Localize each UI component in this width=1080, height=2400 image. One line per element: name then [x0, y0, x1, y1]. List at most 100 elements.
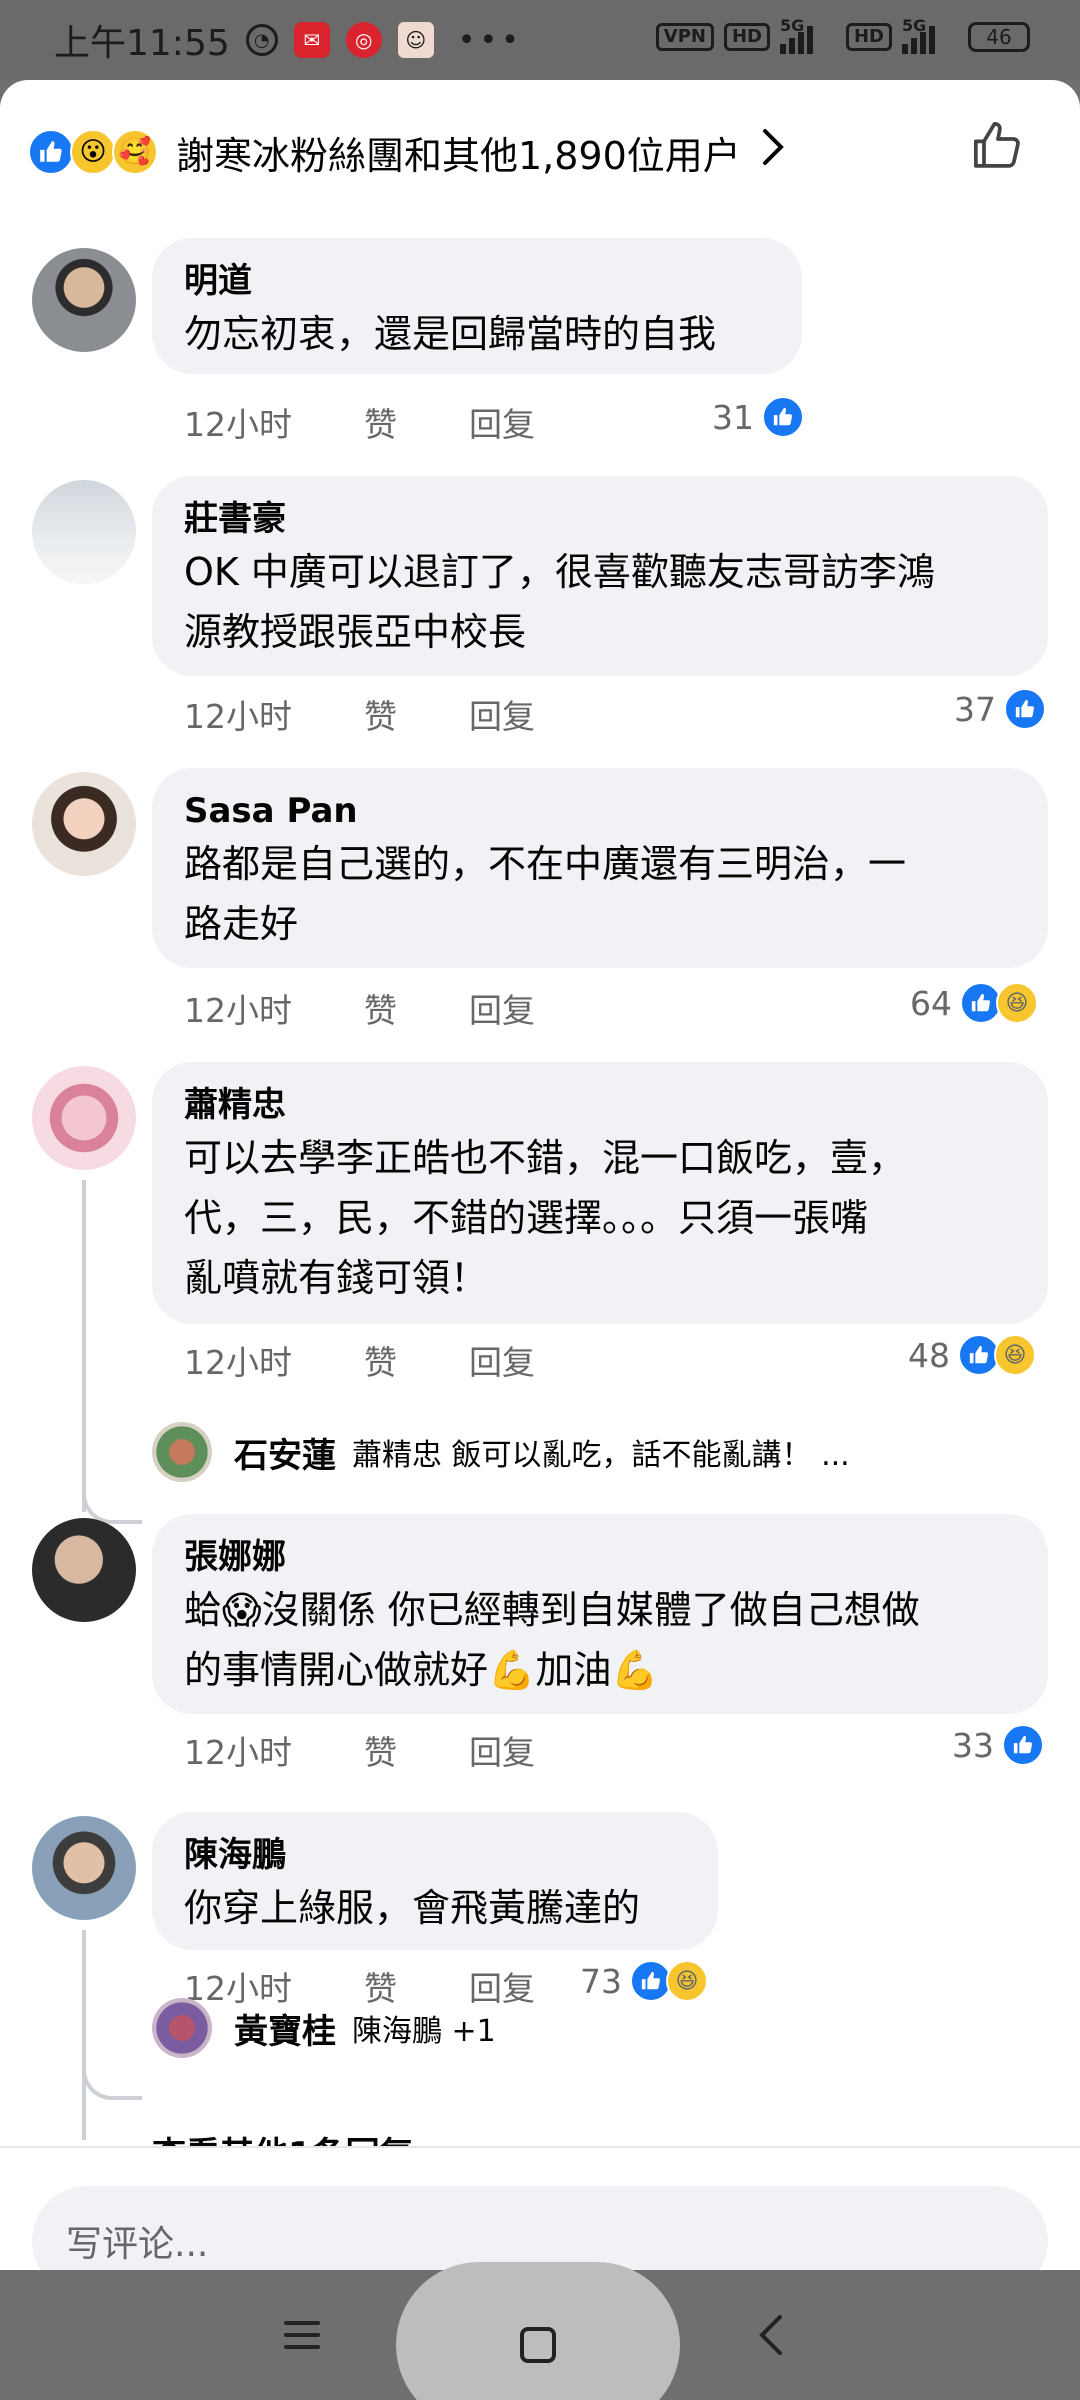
like-reaction-icon [28, 129, 74, 175]
like-reaction-icon [1002, 1724, 1044, 1766]
comment-time: 12小时 [184, 991, 292, 1030]
reaction-count-number: 33 [952, 1725, 994, 1765]
reactions-summary-text: 謝寒冰粉絲團和其他1,890位用户 [176, 133, 741, 178]
hd-icon: HD [723, 23, 770, 51]
thread-connector [82, 2060, 142, 2100]
comments-sheet: 😮 🥰 謝寒冰粉絲團和其他1,890位用户 明道 勿忘初衷，還是回歸當時的自我 … [0, 80, 1080, 2270]
like-comment-link[interactable]: 赞 [364, 690, 397, 738]
comment-author[interactable]: 張娜娜 [184, 1534, 1016, 1580]
comment-bubble: 明道 勿忘初衷，還是回歸當時的自我 [152, 238, 802, 374]
comment-time: 12小时 [184, 1343, 292, 1382]
vpn-icon: VPN [655, 23, 714, 51]
battery-icon: 46 [968, 22, 1030, 52]
haha-reaction-icon: 😆 [666, 1960, 708, 2002]
reply-comment-link[interactable]: 回复 [469, 398, 535, 446]
avatar[interactable] [32, 1816, 136, 1920]
app-notification-icon: ✉ [293, 22, 330, 58]
reaction-count[interactable]: 64 😆 [910, 982, 1038, 1024]
reaction-count[interactable]: 48 😆 [908, 1334, 1036, 1376]
comment-text: 的事情開心做就好💪加油💪 [184, 1648, 659, 1692]
back-chevron-icon [759, 2315, 782, 2355]
alarm-icon: ◔ [245, 24, 278, 56]
comment-text: 勿忘初衷，還是回歸當時的自我 [184, 312, 717, 356]
comment-bubble: 陳海鵬 你穿上綠服，會飛黃騰達的 [152, 1812, 718, 1950]
comment-text: 路走好 [184, 902, 299, 946]
system-nav-bar [0, 2262, 1080, 2400]
comment-author[interactable]: 明道 [184, 258, 770, 304]
like-comment-link[interactable]: 赞 [364, 984, 397, 1032]
reply-comment-link[interactable]: 回复 [469, 1336, 535, 1384]
reaction-count[interactable]: 37 [954, 688, 1046, 730]
comment-text: 路都是自己選的，不在中廣還有三明治，一 [184, 842, 907, 886]
recent-apps-button[interactable] [262, 2270, 342, 2400]
reactions-summary[interactable]: 😮 🥰 謝寒冰粉絲團和其他1,890位用户 [28, 116, 785, 188]
status-time: 上午11:55 [54, 23, 230, 64]
comment-input[interactable]: 写评论... [32, 2186, 1048, 2270]
avatar[interactable] [32, 1066, 136, 1170]
avatar[interactable] [32, 772, 136, 876]
comment-actions: 12小时 赞 回复 [184, 690, 607, 738]
haha-reaction-icon: 😆 [996, 982, 1038, 1024]
avatar[interactable] [152, 1998, 212, 2058]
comment-time: 12小时 [184, 405, 292, 444]
chevron-right-icon [761, 127, 785, 177]
reply-text: 蕭精忠 飯可以亂吃，話不能亂講！ ... [352, 1438, 850, 1473]
reaction-count-number: 31 [712, 397, 754, 437]
like-comment-link[interactable]: 赞 [364, 398, 397, 446]
comment-time: 12小时 [184, 697, 292, 736]
avatar[interactable] [152, 1422, 212, 1482]
reply-author[interactable]: 石安蓮 [234, 1428, 336, 1477]
comment-author[interactable]: 蕭精忠 [184, 1082, 1016, 1128]
comment-actions: 12小时 赞 回复 [184, 1726, 607, 1774]
comment-time: 12小时 [184, 1733, 292, 1772]
comment-actions: 12小时 赞 回复 [184, 1336, 607, 1384]
status-bar: 上午11:55 ◔ ✉ ◎ ☺ ••• VPN HD 5G HD 5G 46 [0, 0, 1080, 80]
wow-reaction-icon: 😮 [70, 129, 116, 175]
reply-text: 陳海鵬 +1 [352, 2014, 496, 2049]
reply-author[interactable]: 黃寶桂 [234, 2004, 336, 2053]
avatar[interactable] [32, 248, 136, 352]
comment-bubble: 張娜娜 蛤😱沒關係 你已經轉到自媒體了做自己想做 的事情開心做就好💪加油💪 [152, 1514, 1048, 1714]
reply-comment-link[interactable]: 回复 [469, 1726, 535, 1774]
comment-text: 蛤😱沒關係 你已經轉到自媒體了做自己想做 [184, 1588, 920, 1632]
comment-bubble: 蕭精忠 可以去學李正皓也不錯，混一口飯吃，壹， 代，三，民，不錯的選擇。。。只須… [152, 1062, 1048, 1324]
reply-preview[interactable]: 黃寶桂 陳海鵬 +1 [152, 1998, 496, 2058]
bank-app-icon: ◎ [345, 22, 382, 58]
more-notifications-icon: ••• [457, 22, 523, 58]
comment-text: 你穿上綠服，會飛黃騰達的 [184, 1886, 641, 1930]
like-comment-link[interactable]: 赞 [364, 1336, 397, 1384]
thumbs-up-icon [973, 121, 1020, 168]
comment-text: 代，三，民，不錯的選擇。。。只須一張嘴 [184, 1196, 869, 1240]
composer-area: 写评论... [0, 2146, 1080, 2270]
comment-text: 亂噴就有錢可領！ [184, 1256, 489, 1300]
like-post-button[interactable] [966, 114, 1030, 178]
back-button[interactable] [730, 2270, 810, 2400]
thread-line [82, 1930, 86, 2140]
comment-author[interactable]: Sasa Pan [184, 788, 1016, 834]
like-reaction-icon [762, 396, 804, 438]
reply-comment-link[interactable]: 回复 [469, 690, 535, 738]
signal-icon: 5G [902, 16, 958, 54]
like-comment-link[interactable]: 赞 [364, 1726, 397, 1774]
network-type-label: 5G [779, 16, 805, 35]
care-reaction-icon: 🥰 [112, 129, 158, 175]
reaction-count-number: 48 [908, 1335, 950, 1375]
comment-author[interactable]: 陳海鵬 [184, 1832, 686, 1878]
avatar[interactable] [32, 480, 136, 584]
profile-app-icon: ☺ [397, 22, 434, 58]
home-button[interactable] [396, 2262, 680, 2400]
reaction-count[interactable]: 33 [952, 1724, 1044, 1766]
reaction-count-number: 73 [580, 1961, 622, 2001]
comment-text: 源教授跟張亞中校長 [184, 610, 527, 654]
reply-comment-link[interactable]: 回复 [469, 984, 535, 1032]
reaction-count[interactable]: 73 😆 [580, 1960, 708, 2002]
home-square-icon [520, 2327, 556, 2363]
reply-preview[interactable]: 石安蓮 蕭精忠 飯可以亂吃，話不能亂講！ ... [152, 1422, 850, 1482]
comment-author[interactable]: 莊書豪 [184, 496, 1016, 542]
reaction-count-number: 64 [910, 983, 952, 1023]
comment-bubble: 莊書豪 OK 中廣可以退訂了，很喜歡聽友志哥訪李鴻 源教授跟張亞中校長 [152, 476, 1048, 676]
thread-line [82, 1180, 86, 1512]
reaction-count[interactable]: 31 [712, 396, 804, 438]
avatar[interactable] [32, 1518, 136, 1622]
comment-bubble: Sasa Pan 路都是自己選的，不在中廣還有三明治，一 路走好 [152, 768, 1048, 968]
